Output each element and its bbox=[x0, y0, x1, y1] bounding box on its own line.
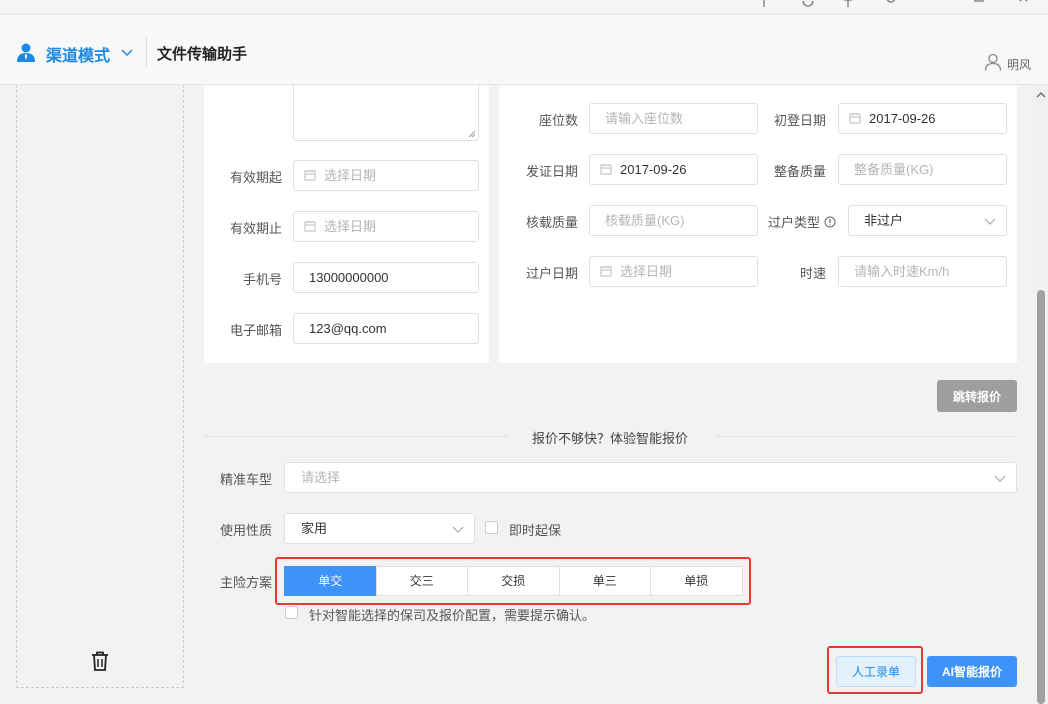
first-reg-label: 初登日期 bbox=[773, 113, 826, 128]
issue-date-input[interactable]: 2017-09-26 bbox=[589, 154, 758, 185]
jump-quote-button[interactable]: 跳转报价 bbox=[937, 380, 1017, 412]
transfer-date-input[interactable]: 选择日期 bbox=[589, 256, 758, 287]
vehicle-model-select[interactable]: 请选择 bbox=[284, 462, 1017, 493]
upload-panel bbox=[16, 85, 184, 688]
maximize-icon[interactable] bbox=[972, 0, 986, 8]
refresh-icon[interactable] bbox=[801, 0, 815, 8]
confirm-checkbox[interactable] bbox=[285, 606, 298, 619]
pin-icon[interactable] bbox=[841, 0, 855, 8]
window-titlebar bbox=[0, 0, 1048, 15]
calendar-icon bbox=[600, 266, 612, 277]
scroll-up-icon[interactable] bbox=[1036, 87, 1046, 98]
divider-line-left bbox=[204, 436, 509, 437]
address-textarea[interactable] bbox=[293, 85, 479, 141]
valid-from-input[interactable]: 选择日期 bbox=[293, 160, 479, 191]
manual-entry-button[interactable]: 人工录单 bbox=[836, 656, 916, 687]
close-icon[interactable] bbox=[1018, 0, 1032, 8]
plan-option[interactable]: 单交 bbox=[284, 566, 377, 596]
app-header: 渠道模式 文件传输助手 明风 bbox=[0, 15, 1048, 85]
curb-weight-label: 整备质量 bbox=[773, 164, 826, 179]
trash-icon[interactable] bbox=[91, 651, 109, 671]
chevron-down-icon bbox=[452, 526, 464, 533]
speed-input[interactable]: 请输入时速Km/h bbox=[838, 256, 1007, 287]
transfer-type-label: 过户类型 bbox=[750, 212, 836, 231]
calendar-icon bbox=[304, 221, 316, 232]
instant-start-label[interactable]: 即时起保 bbox=[509, 520, 561, 539]
email-label: 电子邮箱 bbox=[229, 323, 282, 338]
plan-label: 主险方案 bbox=[219, 575, 272, 590]
usage-select[interactable]: 家用 bbox=[284, 513, 475, 544]
speed-label: 时速 bbox=[799, 266, 826, 281]
chevron-down-icon[interactable] bbox=[120, 45, 134, 59]
model-label: 精准车型 bbox=[219, 472, 272, 487]
seats-input[interactable]: 请输入座位数 bbox=[589, 103, 758, 134]
divider-line-right bbox=[715, 436, 1017, 437]
curb-weight-input[interactable]: 整备质量(KG) bbox=[838, 154, 1007, 185]
issue-date-label: 发证日期 bbox=[525, 164, 578, 179]
plan-segmented-control: 单交 交三 交损 单三 单损 bbox=[284, 566, 743, 596]
usage-label: 使用性质 bbox=[219, 523, 272, 538]
instant-start-checkbox[interactable] bbox=[485, 521, 498, 534]
valid-from-label: 有效期起 bbox=[229, 170, 282, 185]
valid-to-input[interactable]: 选择日期 bbox=[293, 211, 479, 242]
chevron-down-icon bbox=[984, 218, 996, 225]
plan-option[interactable]: 交三 bbox=[375, 566, 468, 596]
page-title: 文件传输助手 bbox=[157, 46, 248, 63]
settings-icon[interactable] bbox=[884, 0, 898, 8]
rated-weight-label: 核载质量 bbox=[525, 215, 578, 230]
rated-weight-input[interactable]: 核载质量(KG) bbox=[589, 205, 758, 236]
calendar-icon bbox=[849, 113, 861, 124]
confirm-text[interactable]: 针对智能选择的保司及报价配置，需要提示确认。 bbox=[309, 605, 595, 624]
email-input[interactable]: 123@qq.com bbox=[293, 313, 479, 344]
plan-option[interactable]: 单损 bbox=[650, 566, 743, 596]
smart-quote-divider-text: 报价不够快？体验智能报价 bbox=[531, 431, 688, 446]
chevron-down-icon bbox=[994, 475, 1006, 482]
valid-to-label: 有效期止 bbox=[229, 221, 282, 236]
ai-quote-button[interactable]: AI智能报价 bbox=[927, 656, 1017, 687]
phone-label: 手机号 bbox=[242, 272, 282, 287]
user-name[interactable]: 明风 bbox=[1007, 56, 1031, 73]
header-divider bbox=[146, 37, 147, 67]
seats-label: 座位数 bbox=[538, 113, 578, 128]
share-icon[interactable] bbox=[761, 0, 775, 8]
user-icon[interactable] bbox=[984, 53, 1002, 71]
transfer-date-label: 过户日期 bbox=[525, 266, 578, 281]
info-icon[interactable] bbox=[824, 216, 836, 228]
phone-input[interactable]: 13000000000 bbox=[293, 262, 479, 293]
calendar-icon bbox=[600, 164, 612, 175]
plan-option[interactable]: 单三 bbox=[558, 566, 651, 596]
calendar-icon bbox=[304, 170, 316, 181]
first-reg-input[interactable]: 2017-09-26 bbox=[838, 103, 1007, 134]
transfer-type-select[interactable]: 非过户 bbox=[848, 205, 1007, 236]
plan-option[interactable]: 交损 bbox=[467, 566, 560, 596]
channel-mode-label[interactable]: 渠道模式 bbox=[46, 42, 110, 66]
agent-icon bbox=[16, 42, 36, 62]
scrollbar-thumb[interactable] bbox=[1037, 290, 1045, 704]
